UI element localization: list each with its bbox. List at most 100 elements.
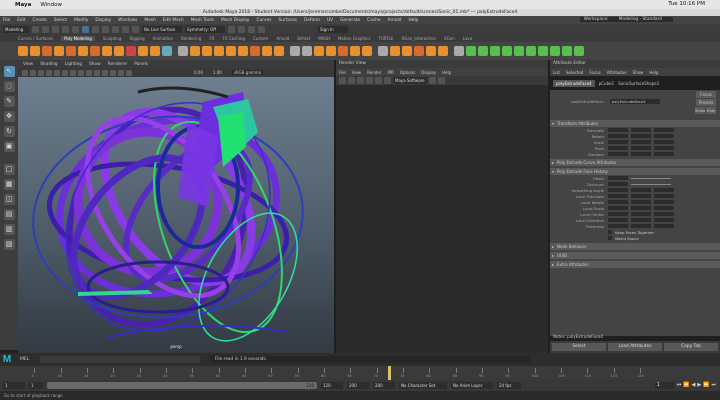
shelf-tab-arnold[interactable]: Arnold <box>276 36 289 41</box>
ae-attr-field[interactable] <box>608 182 628 186</box>
symmetry-dropdown[interactable]: Symmetry: Off <box>185 25 225 33</box>
scene-end-field[interactable]: 200 <box>347 382 369 389</box>
viewport-menu-lighting[interactable]: Lighting <box>65 62 82 67</box>
shelf-tool-icon[interactable] <box>314 46 324 56</box>
ae-attr-field[interactable] <box>608 212 628 216</box>
ae-tab-pcube1[interactable]: pCube1 <box>599 81 614 86</box>
keep-image-icon[interactable] <box>429 77 436 84</box>
ae-attr-field[interactable] <box>654 218 674 222</box>
go-to-end-icon[interactable]: ⏭ <box>711 382 716 389</box>
shelf-tab-xgen[interactable]: XGen <box>444 36 455 41</box>
ae-section-header[interactable]: Transform Attributes <box>550 120 720 127</box>
rotate-tool-icon[interactable]: ↻ <box>3 126 15 137</box>
shelf-tab-animation[interactable]: Animation <box>153 36 173 41</box>
ae-attr-field[interactable] <box>631 188 651 192</box>
select-button[interactable]: Select <box>552 343 606 351</box>
shelf-tool-icon[interactable] <box>466 46 476 56</box>
select-tool-icon[interactable]: ↖ <box>3 66 15 77</box>
ae-attr-field[interactable] <box>631 140 651 144</box>
wireframe-icon[interactable] <box>78 69 84 76</box>
redo-render-icon[interactable] <box>339 77 346 84</box>
shelf-tab-bifrost[interactable]: Bifrost <box>297 36 310 41</box>
play-forward-icon[interactable]: ▶ <box>697 382 701 389</box>
workspace-selector[interactable]: Workspace: Modeling - Standard <box>579 17 673 22</box>
graph-layout-icon[interactable]: ▧ <box>3 239 15 250</box>
resolution-gate-icon[interactable] <box>70 69 76 76</box>
shelf-tool-icon[interactable] <box>326 46 336 56</box>
render-frame-icon[interactable] <box>228 25 235 33</box>
shelf-tab-curves-surfaces[interactable]: Curves / Surfaces <box>18 36 53 41</box>
gamma-value[interactable]: 1.00 <box>213 70 222 75</box>
menu-surfaces[interactable]: Surfaces <box>278 18 297 23</box>
ae-attr-field[interactable] <box>608 134 628 138</box>
menu-deform[interactable]: Deform <box>304 18 320 23</box>
render-view-canvas[interactable] <box>336 85 548 353</box>
snapshot-icon[interactable] <box>357 77 364 84</box>
ae-attr-field[interactable] <box>608 176 628 180</box>
shelf-tool-icon[interactable] <box>262 46 272 56</box>
presets-button[interactable]: Presets <box>696 99 716 106</box>
menu-curves[interactable]: Curves <box>256 18 271 23</box>
shelf-tool-icon[interactable] <box>550 46 560 56</box>
menu-help[interactable]: Help <box>408 18 418 23</box>
shelf-tool-icon[interactable] <box>66 46 76 56</box>
shelf-tool-icon[interactable] <box>454 46 464 56</box>
shadows-icon[interactable] <box>110 69 116 76</box>
shelf-tab-lava[interactable]: Lava <box>463 36 473 41</box>
shelf-tool-icon[interactable] <box>574 46 584 56</box>
shelf-tool-icon[interactable] <box>18 46 28 56</box>
exposure-value[interactable]: 0.00 <box>194 70 203 75</box>
camera-attr-icon[interactable] <box>30 69 36 76</box>
renderer-dropdown[interactable]: Maya Software <box>393 77 427 84</box>
render-menu-render[interactable]: Render <box>367 70 381 75</box>
menu-display[interactable]: Display <box>95 18 111 23</box>
camera-icon[interactable] <box>22 69 28 76</box>
shelf-tool-icon[interactable] <box>490 46 500 56</box>
render-settings-icon[interactable] <box>248 25 255 33</box>
select-component-icon[interactable] <box>102 25 109 33</box>
shelf-tool-icon[interactable] <box>114 46 124 56</box>
menu-edit[interactable]: Edit <box>17 18 25 23</box>
ae-attr-field[interactable] <box>608 152 628 156</box>
command-input[interactable] <box>40 356 200 363</box>
focus-button[interactable]: Focus <box>696 91 716 98</box>
shelf-tab-fx[interactable]: FX <box>209 36 214 41</box>
shelf-tool-icon[interactable] <box>42 46 52 56</box>
animation-end-field[interactable]: 200 <box>373 382 395 389</box>
textured-icon[interactable] <box>94 69 100 76</box>
shelf-tool-icon[interactable] <box>138 46 148 56</box>
viewport-menu-panels[interactable]: Panels <box>134 62 148 67</box>
ae-attr-field[interactable] <box>631 128 651 132</box>
copy-tab-button[interactable]: Copy Tab <box>664 343 718 351</box>
fps-dropdown[interactable]: 24 fps <box>497 382 521 389</box>
start-time-field[interactable]: 1 <box>3 382 25 389</box>
shelf-tool-icon[interactable] <box>102 46 112 56</box>
alpha-icon[interactable] <box>384 77 391 84</box>
image-plane-icon[interactable] <box>46 69 52 76</box>
bookmark-icon[interactable] <box>38 69 44 76</box>
menu-edit-mesh[interactable]: Edit Mesh <box>163 18 184 23</box>
menu-modify[interactable]: Modify <box>74 18 88 23</box>
viewport-menu-show[interactable]: Show <box>89 62 101 67</box>
ae-attr-field[interactable] <box>608 224 628 228</box>
live-surface-field[interactable]: No Live Surface <box>142 25 182 33</box>
shelf-tool-icon[interactable] <box>274 46 284 56</box>
snap-curve-icon[interactable] <box>122 25 129 33</box>
shelf-tool-icon[interactable] <box>378 46 388 56</box>
shelf-tool-icon[interactable] <box>426 46 436 56</box>
lasso-tool-icon[interactable]: ◌ <box>3 81 15 92</box>
render-menu-options[interactable]: Options <box>400 70 415 75</box>
shelf-tool-icon[interactable] <box>226 46 236 56</box>
ae-attr-field[interactable] <box>631 212 651 216</box>
load-attributes-button[interactable]: Load Attributes <box>608 343 662 351</box>
grid-icon[interactable] <box>54 69 60 76</box>
shelf-tab-xgen-interactive[interactable]: XGen_Interactive <box>402 36 436 41</box>
render-menu-help[interactable]: Help <box>442 70 451 75</box>
shelf-tab-poly-modeling[interactable]: Poly Modeling <box>61 35 95 41</box>
character-set-dropdown[interactable]: No Character Set <box>399 382 447 389</box>
shelf-tool-icon[interactable] <box>438 46 448 56</box>
ae-attr-field[interactable] <box>631 152 651 156</box>
ae-attr-field[interactable] <box>608 218 628 222</box>
ae-menu-focus[interactable]: Focus <box>589 70 600 75</box>
shelf-tool-icon[interactable] <box>90 46 100 56</box>
